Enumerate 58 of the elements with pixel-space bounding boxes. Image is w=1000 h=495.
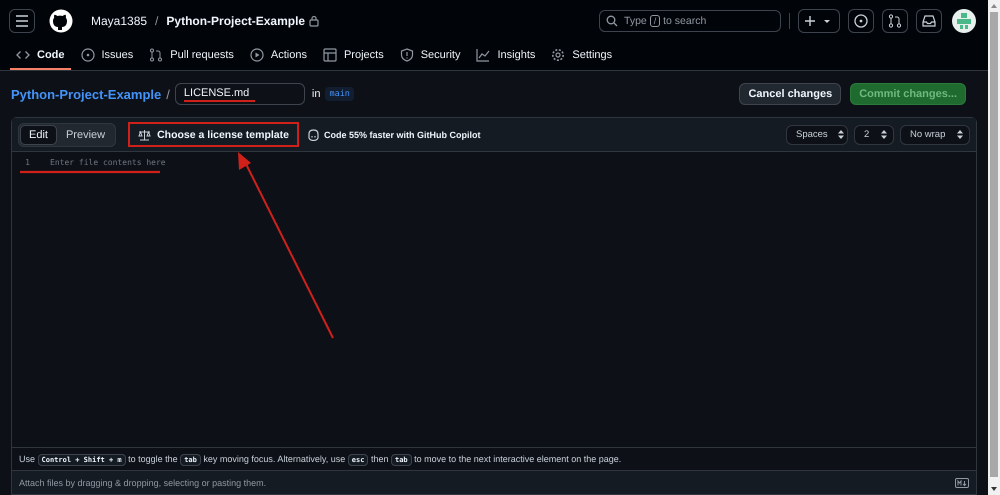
repo-tab[interactable]: Pull requests — [143, 42, 240, 70]
scale-icon — [138, 128, 152, 140]
sort-caret-icon — [957, 130, 963, 139]
inbox-button[interactable] — [916, 9, 942, 33]
repo-tab[interactable]: Code — [10, 42, 70, 70]
menu-button[interactable] — [9, 9, 35, 33]
editor-line[interactable]: 1 Enter file contents here — [20, 158, 976, 167]
plus-caret-icon — [805, 15, 833, 27]
repo-tab[interactable]: Projects — [316, 42, 390, 70]
circle-dot-icon — [854, 14, 868, 28]
repo-tab[interactable]: Actions — [244, 42, 313, 70]
license-template-button[interactable]: Choose a license template — [128, 122, 299, 147]
inbox-icon — [922, 15, 936, 27]
pull-request-icon — [149, 48, 164, 62]
circle-dot-icon — [80, 48, 94, 62]
search-field[interactable]: Type / to search — [599, 10, 781, 32]
editor-select[interactable]: Spaces — [786, 124, 848, 144]
create-button[interactable] — [798, 9, 840, 33]
copilot-icon — [306, 128, 320, 140]
mode-tab[interactable]: Edit — [20, 124, 57, 144]
owner-link[interactable]: Maya1385 — [91, 14, 148, 28]
graph-icon — [476, 48, 490, 62]
scroll-up-icon[interactable] — [991, 4, 997, 8]
cancel-changes-button[interactable]: Cancel changes — [739, 83, 842, 105]
shield-icon — [400, 48, 414, 62]
repo-tab[interactable]: Security — [394, 42, 466, 70]
search-icon — [606, 15, 618, 27]
cat-logo-icon[interactable] — [49, 9, 73, 33]
play-icon — [250, 48, 264, 62]
repo-tab[interactable]: Issues — [74, 42, 140, 70]
filename-field[interactable]: LICENSE.md — [174, 83, 305, 105]
issues-button[interactable] — [848, 9, 874, 33]
pull-request-icon — [888, 14, 902, 28]
sort-caret-icon — [838, 130, 844, 139]
avatar-icon[interactable] — [952, 9, 976, 33]
line-number: 1 — [24, 158, 30, 167]
repo-tab[interactable]: Settings — [545, 42, 618, 70]
gear-icon — [551, 48, 566, 62]
in-label: in — [312, 88, 320, 100]
editor-select[interactable]: No wrap — [900, 124, 970, 144]
attach-hint: Attach files by dragging & dropping, selecting or pasting them. — [19, 478, 266, 488]
scrollbar-thumb[interactable] — [990, 12, 998, 477]
copilot-link[interactable]: Code 55% faster with GitHub Copilot — [306, 128, 480, 140]
editor-placeholder: Enter file contents here — [50, 158, 166, 167]
branch-label: main — [325, 87, 354, 101]
pull-requests-button[interactable] — [882, 9, 908, 33]
mode-tab[interactable]: Preview — [56, 124, 114, 144]
markdown-icon — [955, 478, 969, 488]
path-separator: / — [166, 86, 170, 102]
repo-link[interactable]: Python-Project-Example — [11, 86, 162, 102]
repo-link[interactable]: Python-Project-Example — [166, 14, 306, 28]
sort-caret-icon — [881, 130, 887, 139]
menu-icon — [15, 15, 29, 27]
scroll-down-icon[interactable] — [991, 487, 997, 491]
table-icon — [322, 48, 337, 62]
editor-select[interactable]: 2 — [854, 124, 894, 144]
path-separator: / — [155, 14, 158, 28]
repo-tab[interactable]: Insights — [470, 42, 542, 70]
